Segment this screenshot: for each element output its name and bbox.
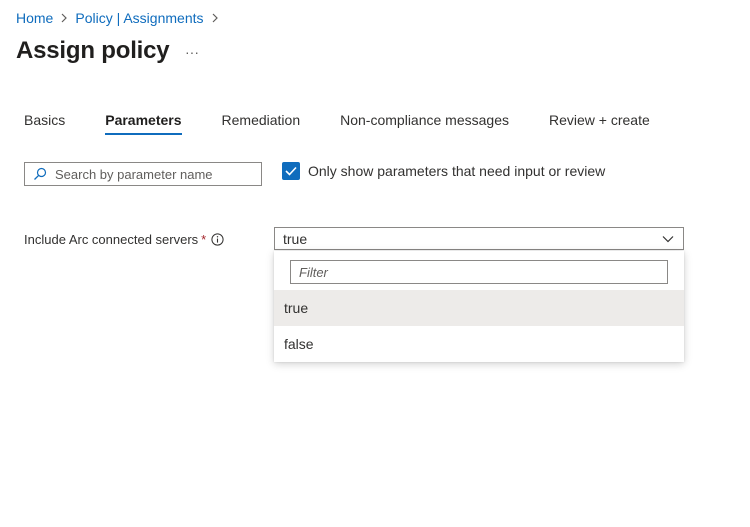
dropdown-selected-value: true bbox=[283, 230, 308, 247]
dropdown-option-true[interactable]: true bbox=[274, 290, 684, 326]
tab-bar: Basics Parameters Remediation Non-compli… bbox=[24, 110, 690, 140]
include-arc-servers-dropdown[interactable]: true bbox=[274, 227, 684, 250]
dropdown-filter-input[interactable] bbox=[299, 264, 659, 280]
only-show-needed-params-checkbox-row[interactable]: Only show parameters that need input or … bbox=[282, 162, 605, 180]
dropdown-filter-box bbox=[290, 260, 668, 284]
dropdown-option-false[interactable]: false bbox=[274, 326, 684, 362]
breadcrumb-home-link[interactable]: Home bbox=[16, 10, 53, 26]
chevron-right-icon bbox=[53, 13, 75, 23]
tab-parameters[interactable]: Parameters bbox=[105, 110, 182, 140]
only-show-needed-params-checkbox[interactable] bbox=[282, 162, 300, 180]
dropdown-options-panel: true false bbox=[274, 251, 684, 362]
tab-remediation[interactable]: Remediation bbox=[222, 110, 301, 140]
breadcrumb: Home Policy | Assignments bbox=[16, 10, 226, 26]
breadcrumb-policy-assignments-link[interactable]: Policy | Assignments bbox=[75, 10, 203, 26]
parameter-search-box bbox=[24, 162, 262, 186]
only-show-needed-params-label: Only show parameters that need input or … bbox=[308, 163, 606, 179]
checkmark-icon bbox=[285, 166, 297, 176]
info-icon[interactable] bbox=[211, 233, 224, 246]
tab-basics[interactable]: Basics bbox=[24, 110, 65, 140]
parameter-search-input[interactable] bbox=[55, 166, 255, 182]
required-asterisk: * bbox=[201, 232, 207, 247]
parameter-label-row: Include Arc connected servers * bbox=[24, 232, 224, 247]
chevron-right-icon bbox=[204, 13, 226, 23]
parameter-label: Include Arc connected servers bbox=[24, 232, 199, 247]
tab-review-create[interactable]: Review + create bbox=[549, 110, 650, 140]
chevron-down-icon bbox=[653, 235, 683, 243]
search-icon bbox=[25, 167, 55, 181]
tab-non-compliance-messages[interactable]: Non-compliance messages bbox=[340, 110, 509, 140]
more-options-button[interactable]: ··· bbox=[180, 40, 204, 64]
page-title: Assign policy bbox=[16, 37, 170, 64]
